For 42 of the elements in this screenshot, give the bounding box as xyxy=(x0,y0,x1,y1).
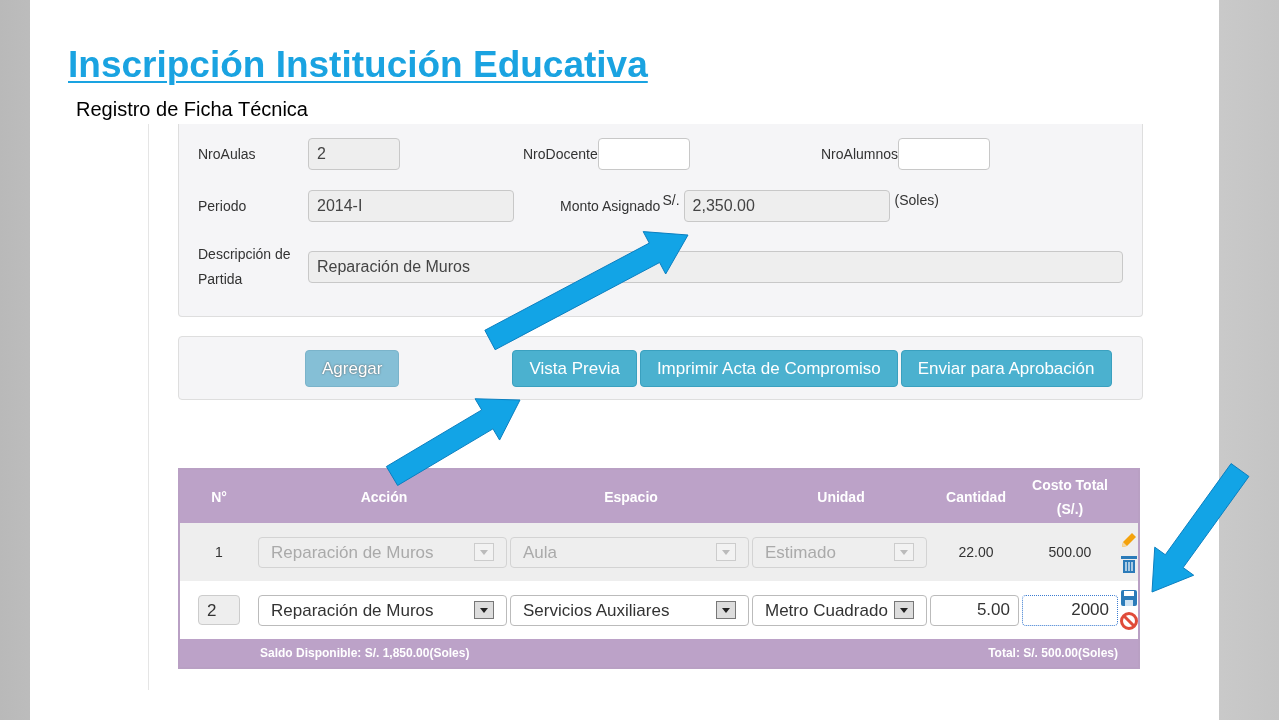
caret-icon xyxy=(716,601,736,620)
caret-icon xyxy=(894,601,914,620)
column-header: Acción xyxy=(359,487,409,507)
table-cell-text: 22.00 xyxy=(957,542,995,562)
caret-icon xyxy=(716,543,736,562)
field-label: NroDocente xyxy=(523,144,598,164)
field-label: Descripción de Partida xyxy=(198,245,292,290)
save-icon[interactable] xyxy=(1120,589,1138,608)
caret-icon xyxy=(474,601,494,620)
field-label: NroAlumnos xyxy=(821,144,899,164)
dropdown[interactable]: Servicios Auxiliares xyxy=(510,594,749,626)
row-number: 1 xyxy=(215,542,223,562)
subtitle: Registro de Ficha Técnica xyxy=(75,97,309,123)
dropdown[interactable]: Reparación de Muros xyxy=(258,594,507,626)
cancel-icon[interactable] xyxy=(1119,611,1139,632)
input-field[interactable]: Reparación de Muros xyxy=(308,251,1123,284)
input-field[interactable]: 2,350.00 xyxy=(683,190,890,223)
dropdown[interactable]: Metro Cuadrado xyxy=(752,594,927,626)
quantity-field[interactable]: 5.00 xyxy=(930,594,1019,626)
total-text: Total: S/. 500.00(Soles) xyxy=(988,645,1118,663)
column-header: Unidad xyxy=(816,487,866,507)
field-label: Monto Asignado xyxy=(560,196,661,216)
input-field[interactable] xyxy=(597,138,690,171)
column-header: Cantidad xyxy=(945,487,1007,507)
field-label: NroAulas xyxy=(198,144,257,164)
row-number: 2 xyxy=(198,595,240,626)
input-field[interactable] xyxy=(898,138,991,171)
currency-prefix: S/. xyxy=(662,191,680,211)
table-cell-text: 500.00 xyxy=(1047,542,1093,562)
cost-field[interactable]: 2000 xyxy=(1022,594,1118,626)
trash-icon[interactable] xyxy=(1120,554,1138,575)
field-label: Periodo xyxy=(198,196,248,216)
balance-text: Saldo Disponible: S/. 1,850.00(Soles) xyxy=(260,645,470,663)
input-field[interactable]: 2014-I xyxy=(308,190,514,223)
column-header: Costo Total (S/.) xyxy=(1031,475,1109,519)
caret-icon xyxy=(894,543,914,562)
currency-suffix: (Soles) xyxy=(894,191,939,211)
slide-title: Inscripción Institución Educativa xyxy=(68,43,648,87)
column-header: N° xyxy=(210,487,228,507)
input-field[interactable]: 2 xyxy=(308,138,400,171)
column-header: Espacio xyxy=(603,487,659,507)
caret-icon xyxy=(474,543,494,562)
